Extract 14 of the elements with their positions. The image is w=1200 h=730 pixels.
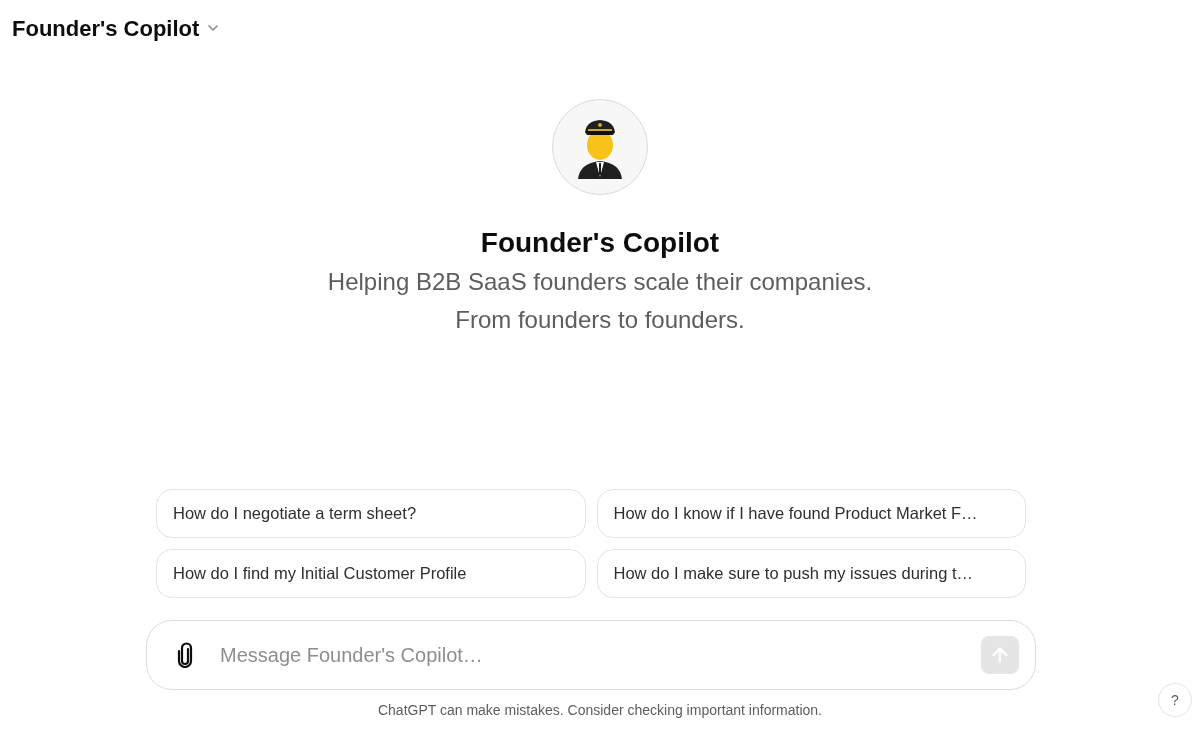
suggestion-card[interactable]: How do I negotiate a term sheet?: [156, 489, 586, 538]
assistant-description: Helping B2B SaaS founders scale their companies. From founders to founders.: [326, 267, 874, 335]
paperclip-icon: [177, 642, 193, 668]
message-composer[interactable]: Message Founder's Copilot…: [146, 620, 1036, 690]
suggestion-card[interactable]: How do I make sure to push my issues during t…: [596, 549, 1026, 598]
pilot-avatar-icon: [552, 99, 648, 195]
suggestion-card[interactable]: How do I know if I have found Product Market F…: [596, 489, 1026, 538]
attach-button[interactable]: [177, 642, 193, 668]
disclaimer-text: ChatGPT can make mistakes. Consider checking important information.: [377, 700, 822, 720]
assistant-menu-button[interactable]: Founder's Copilot: [12, 11, 222, 45]
message-input[interactable]: Message Founder's Copilot…: [220, 640, 981, 670]
help-button[interactable]: ?: [1158, 683, 1192, 717]
suggestion-card[interactable]: How do I find my Initial Customer Profile: [156, 549, 586, 598]
assistant-name: Founder's Copilot: [480, 226, 720, 260]
